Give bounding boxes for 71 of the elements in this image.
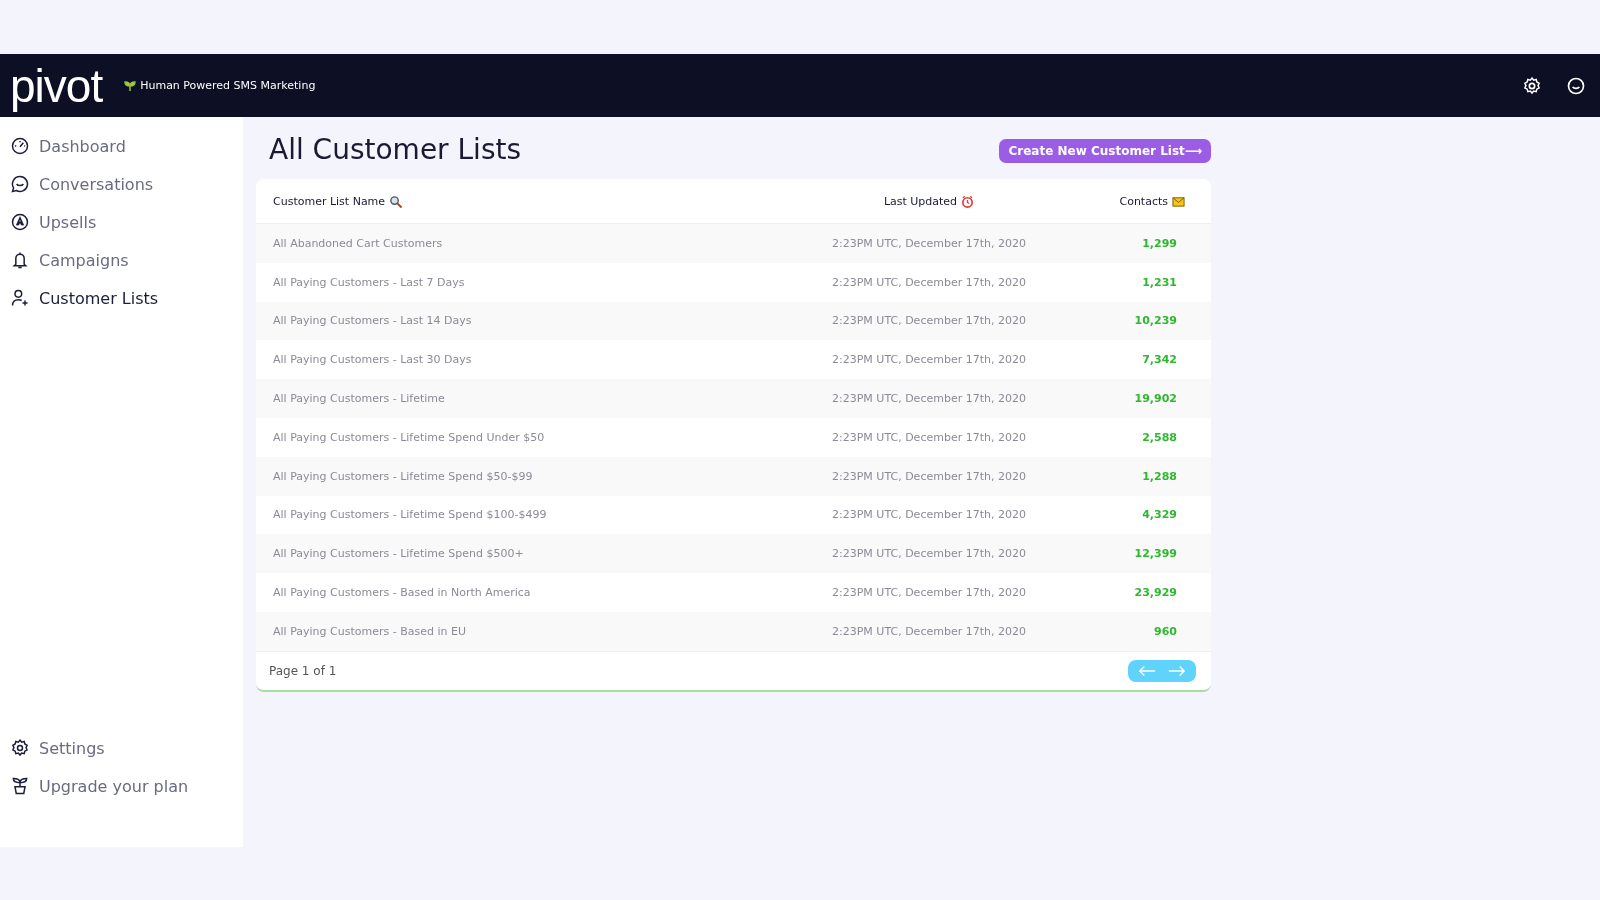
- table-row[interactable]: All Paying Customers - Lifetime Spend $100-$499 2:23PM UTC, December 17th, 2020 4,329: [256, 495, 1211, 535]
- potted-plant-icon: [10, 776, 30, 796]
- gauge-icon: [10, 136, 30, 156]
- list-name: All Paying Customers - Last 30 Days: [273, 353, 472, 367]
- contact-count: 23,929: [1134, 586, 1177, 600]
- table-row[interactable]: All Paying Customers - Last 14 Days 2:23PM UTC, December 17th, 2020 10,239: [256, 301, 1211, 341]
- sidebar-item[interactable]: Settings: [0, 729, 243, 767]
- logo[interactable]: pivot: [10, 60, 103, 111]
- column-header[interactable]: Customer List Name: [256, 194, 783, 208]
- magnifier-icon: [389, 194, 403, 208]
- sidebar-item[interactable]: Dashboard: [0, 127, 243, 165]
- table-row[interactable]: All Paying Customers - Lifetime 2:23PM UTC, December 17th, 2020 19,902: [256, 379, 1211, 418]
- contact-count: 4,329: [1142, 508, 1177, 522]
- list-name: All Paying Customers - Lifetime Spend $500+: [273, 547, 524, 561]
- envelope-icon: [1172, 194, 1185, 208]
- smiley-icon[interactable]: [1566, 75, 1586, 96]
- updated-time: 2:23PM UTC, December 17th, 2020: [832, 508, 1026, 522]
- tagline: Human Powered SMS Marketing: [140, 79, 316, 92]
- updated-time: 2:23PM UTC, December 17th, 2020: [832, 469, 1026, 483]
- settings-icon: [10, 738, 30, 758]
- contact-count: 2,588: [1142, 430, 1177, 444]
- table-row[interactable]: All Paying Customers - Lifetime Spend $50-$99 2:23PM UTC, December 17th, 2020 1,288: [256, 456, 1211, 496]
- list-name: All Paying Customers - Lifetime: [273, 392, 445, 406]
- table-row[interactable]: All Paying Customers - Last 30 Days 2:23PM UTC, December 17th, 2020 7,342: [256, 340, 1211, 380]
- list-name: All Paying Customers - Last 7 Days: [273, 275, 465, 289]
- sidebar-item[interactable]: Upgrade your plan: [0, 767, 243, 805]
- sidebar-item[interactable]: Conversations: [0, 165, 243, 203]
- sprout-icon: [124, 79, 137, 92]
- updated-time: 2:23PM UTC, December 17th, 2020: [832, 236, 1026, 250]
- list-name: All Paying Customers - Lifetime Spend Under $50: [273, 430, 545, 444]
- table-row[interactable]: All Abandoned Cart Customers 2:23PM UTC, December 17th, 2020 1,299: [256, 224, 1211, 263]
- contact-count: 12,399: [1134, 547, 1177, 561]
- table-row[interactable]: All Paying Customers - Based in EU 2:23PM UTC, December 17th, 2020 960: [256, 611, 1211, 651]
- updated-time: 2:23PM UTC, December 17th, 2020: [832, 353, 1026, 367]
- contact-count: 1,299: [1142, 236, 1177, 250]
- column-header[interactable]: Contacts: [1075, 194, 1211, 208]
- alarm-clock-icon: [961, 194, 975, 208]
- bell-icon: [10, 250, 30, 270]
- updated-time: 2:23PM UTC, December 17th, 2020: [832, 392, 1026, 406]
- updated-time: 2:23PM UTC, December 17th, 2020: [832, 586, 1026, 600]
- list-name: All Paying Customers - Last 14 Days: [273, 314, 472, 328]
- table-row[interactable]: All Paying Customers - Last 7 Days 2:23PM UTC, December 17th, 2020 1,231: [256, 262, 1211, 302]
- list-name: All Abandoned Cart Customers: [273, 236, 443, 250]
- sidebar-item[interactable]: Upsells: [0, 203, 243, 241]
- updated-time: 2:23PM UTC, December 17th, 2020: [832, 430, 1026, 444]
- list-name: All Paying Customers - Based in North America: [273, 586, 531, 600]
- sidebar-item[interactable]: Campaigns: [0, 241, 243, 279]
- chat-bubble-icon: [10, 174, 30, 194]
- settings-icon[interactable]: [1522, 75, 1542, 96]
- sidebar-item[interactable]: Customer Lists: [0, 279, 243, 317]
- list-name: All Paying Customers - Lifetime Spend $50-$99: [273, 469, 533, 483]
- contact-count: 7,342: [1142, 353, 1177, 367]
- contact-count: 1,231: [1142, 275, 1177, 289]
- page-title: All Customer Lists: [269, 132, 522, 166]
- user-plus-icon: [10, 288, 30, 308]
- column-header[interactable]: Last Updated: [783, 194, 1075, 208]
- table-row[interactable]: All Paying Customers - Lifetime Spend Under $50 2:23PM UTC, December 17th, 2020 2,588: [256, 418, 1211, 457]
- table-row[interactable]: All Paying Customers - Based in North America 2:23PM UTC, December 17th, 2020 23,929: [256, 573, 1211, 612]
- contact-count: 960: [1154, 624, 1177, 638]
- table-row[interactable]: All Paying Customers - Lifetime Spend $500+ 2:23PM UTC, December 17th, 2020 12,399: [256, 534, 1211, 574]
- updated-time: 2:23PM UTC, December 17th, 2020: [832, 314, 1026, 328]
- contact-count: 1,288: [1142, 469, 1177, 483]
- page-indicator: Page 1 of 1: [269, 663, 337, 678]
- contact-count: 19,902: [1134, 392, 1177, 406]
- updated-time: 2:23PM UTC, December 17th, 2020: [832, 624, 1026, 638]
- create-list-button[interactable]: Create New Customer List⟶: [999, 139, 1211, 163]
- updated-time: 2:23PM UTC, December 17th, 2020: [832, 275, 1026, 289]
- contact-count: 10,239: [1134, 314, 1177, 328]
- list-name: All Paying Customers - Based in EU: [273, 624, 466, 638]
- list-name: All Paying Customers - Lifetime Spend $100-$499: [273, 508, 547, 522]
- updated-time: 2:23PM UTC, December 17th, 2020: [832, 547, 1026, 561]
